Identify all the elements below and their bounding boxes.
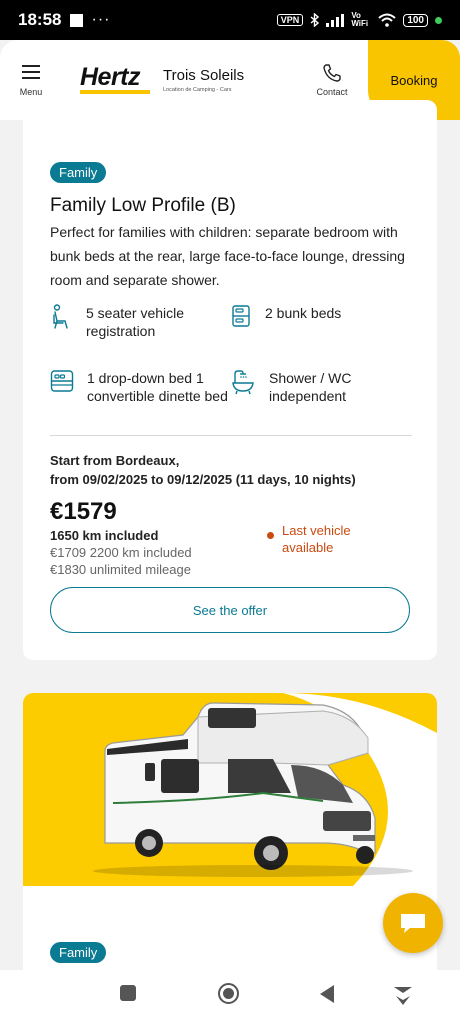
status-bar: 18:58 ··· VPN Vo WiFi 100 — [0, 0, 460, 40]
see-offer-button[interactable]: See the offer — [50, 587, 410, 633]
logo-stripe — [80, 90, 150, 94]
signal-icon — [326, 13, 345, 27]
feature-shower: Shower / WC independent — [231, 369, 379, 405]
active-indicator-icon — [435, 16, 442, 24]
battery-icon: 100 — [403, 13, 428, 27]
vpn-icon: VPN — [276, 14, 304, 26]
alt-price-option: €1709 2200 km included — [50, 545, 192, 560]
back-icon[interactable] — [318, 984, 336, 1004]
bluetooth-icon — [310, 13, 320, 27]
feature-label: Shower / WC independent — [269, 370, 352, 404]
feature-seats: 5 seater vehicle registration — [50, 304, 196, 340]
menu-button[interactable]: Menu — [0, 63, 62, 97]
notification-icon — [70, 13, 84, 27]
alert-dot-icon — [267, 532, 274, 539]
brand-name: Trois Soleils — [163, 67, 245, 84]
contact-button[interactable]: Contact — [302, 63, 362, 97]
divider — [50, 435, 412, 436]
camper-van-image[interactable] — [23, 693, 437, 886]
more-notifications-icon: ··· — [91, 11, 111, 28]
km-included: 1650 km included — [50, 528, 159, 543]
hamburger-icon — [22, 65, 40, 79]
contact-label: Contact — [316, 87, 348, 97]
trip-dates: from 09/02/2025 to 09/12/2025 (11 days, … — [50, 472, 356, 487]
availability-label: Last vehicle available — [282, 523, 351, 555]
recents-icon[interactable] — [119, 984, 137, 1002]
feature-beds: 1 drop-down bed 1 convertible dinette be… — [50, 369, 237, 405]
menu-label: Menu — [19, 87, 43, 97]
feature-label: 1 drop-down bed 1 convertible dinette be… — [87, 370, 228, 404]
brand-block: Trois Soleils Location de Camping - Cars — [163, 67, 244, 93]
chat-icon — [401, 914, 425, 933]
wifi-icon — [378, 13, 396, 27]
category-badge: Family — [50, 942, 107, 963]
brand-subtitle: Location de Camping - Cars — [163, 87, 232, 93]
offer-card: Family Family Low Profile (B) Perfect fo… — [23, 100, 437, 660]
trip-origin: Start from Bordeaux, — [50, 453, 180, 468]
shower-icon — [232, 370, 254, 395]
home-icon[interactable] — [217, 982, 240, 1005]
feature-bunk-beds: 2 bunk beds — [231, 304, 375, 328]
hertz-logo[interactable]: Hertz — [80, 63, 158, 97]
bunk-bed-icon — [232, 305, 250, 327]
offer-card: Family — [23, 693, 437, 993]
phone-icon — [323, 64, 341, 82]
vowifi-label: Vo WiFi — [351, 11, 369, 28]
availability-notice: Last vehicle available — [267, 522, 392, 556]
logo-wordmark: Hertz — [80, 63, 141, 91]
chat-button[interactable] — [383, 893, 443, 953]
seat-icon — [53, 304, 68, 329]
price: €1579 — [50, 498, 117, 525]
alt-price-option: €1830 unlimited mileage — [50, 562, 191, 577]
bed-icon — [50, 370, 74, 392]
feature-label: 5 seater vehicle registration — [86, 305, 185, 339]
category-badge: Family — [50, 162, 107, 183]
offer-title: Family Low Profile (B) — [50, 195, 236, 216]
offer-description: Perfect for families with children: sepa… — [50, 224, 405, 288]
trip-details: Start from Bordeaux, from 09/02/2025 to … — [50, 451, 420, 489]
status-time: 18:58 — [18, 10, 62, 29]
system-nav-bar — [0, 970, 460, 1024]
assistant-icon[interactable] — [392, 984, 414, 1006]
feature-label: 2 bunk beds — [265, 305, 342, 321]
